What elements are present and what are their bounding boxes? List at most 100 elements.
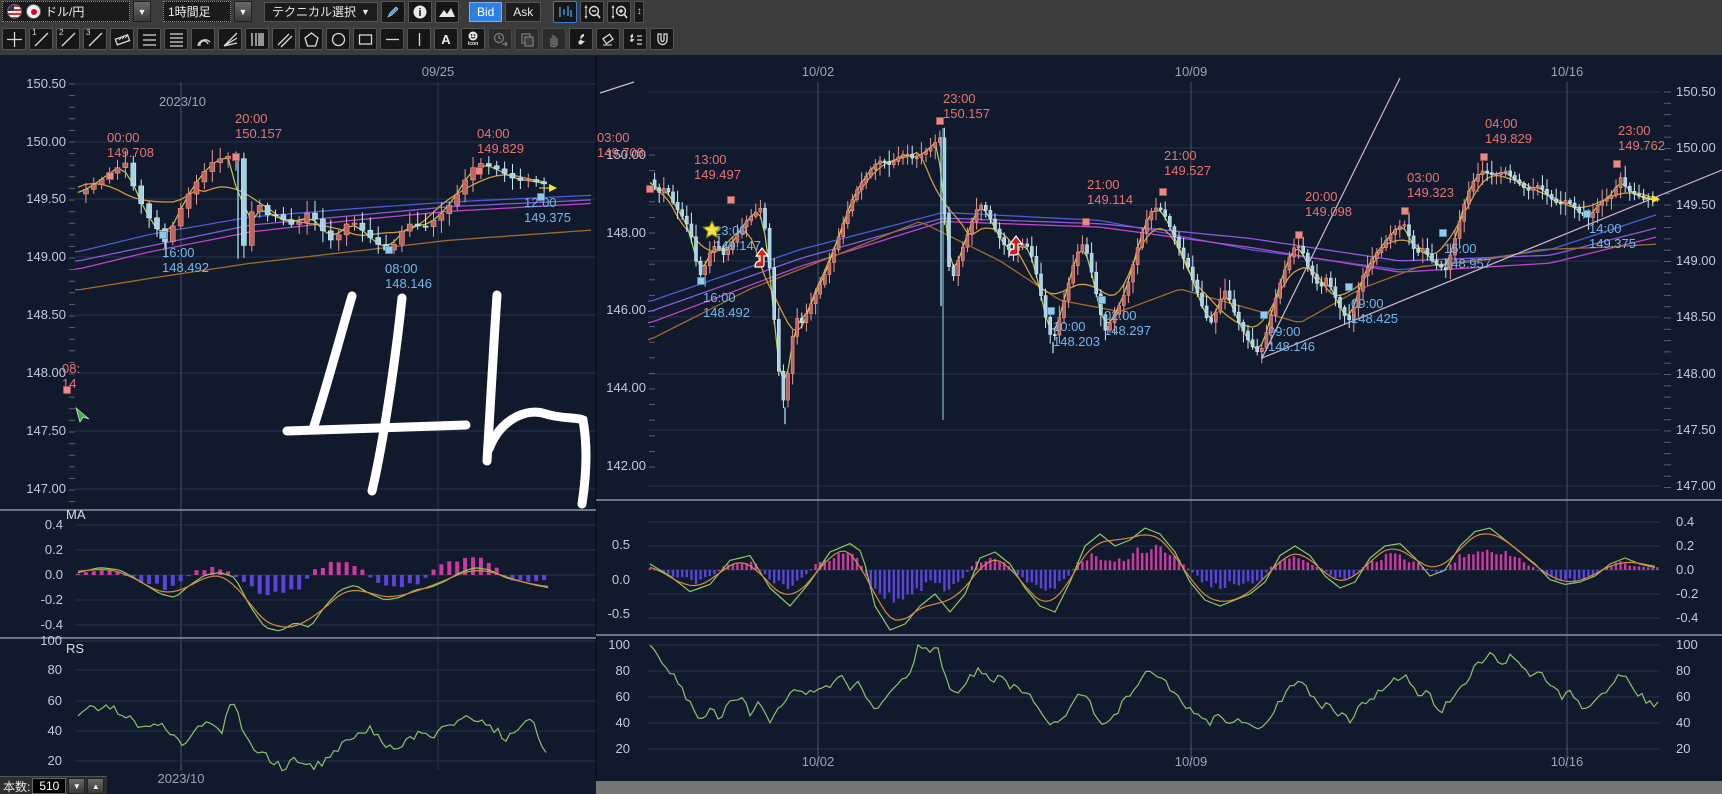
candle-body: [1619, 178, 1622, 188]
hand-tool-button[interactable]: [542, 28, 566, 50]
macd-histogram-bar: [916, 570, 918, 588]
magnet-tool-button[interactable]: [650, 28, 674, 50]
macd-histogram-bar: [1132, 553, 1134, 570]
candle-chart-icon: [557, 5, 573, 19]
candle-body: [1063, 300, 1066, 317]
macd-histogram-bar: [1113, 562, 1115, 570]
pencil-tool-button[interactable]: [381, 1, 405, 23]
candle-body: [1182, 248, 1185, 258]
copy-tool-button[interactable]: [515, 28, 539, 50]
fib-retracement-tool-button[interactable]: [164, 28, 188, 50]
macd-histogram-bar: [376, 575, 380, 583]
axis-label: 40: [616, 715, 630, 730]
ask-button[interactable]: Ask: [505, 2, 541, 22]
timeframe-dropdown-button[interactable]: ▼: [234, 1, 252, 22]
fib-arc-tool-button[interactable]: [191, 28, 215, 50]
fib-lines-tool-button[interactable]: [137, 28, 161, 50]
macd-histogram-bar: [1633, 566, 1635, 570]
icon-stamp-tool-button[interactable]: icon: [461, 28, 485, 50]
candle-body: [210, 163, 215, 172]
marker-time-label: 04:00: [1485, 116, 1518, 131]
polygon-tool-button[interactable]: [299, 28, 323, 50]
macd-histogram-bar: [1251, 570, 1253, 583]
macd-histogram-bar: [1210, 570, 1212, 587]
macd-histogram-bar: [1228, 570, 1230, 581]
macd-histogram-bar: [842, 554, 844, 570]
candle-body: [423, 226, 428, 227]
macd-histogram-bar: [76, 574, 80, 575]
macd-histogram-bar: [1408, 562, 1410, 570]
symbol-pair-select[interactable]: ドル/円: [2, 1, 130, 22]
rectangle-tool-button[interactable]: [353, 28, 377, 50]
candle-body: [1380, 248, 1383, 253]
symbol-dropdown-button[interactable]: ▼: [133, 1, 151, 22]
macd-histogram-bar: [1169, 555, 1171, 570]
macd-histogram-bar: [920, 570, 922, 591]
wrench-tool-button[interactable]: [569, 28, 593, 50]
macd-histogram-bar: [424, 575, 428, 578]
candle-body: [1408, 225, 1411, 236]
macd-histogram-bar: [1307, 562, 1309, 570]
eraser-tool-button[interactable]: [596, 28, 620, 50]
mountain-chart-button[interactable]: [435, 1, 459, 23]
axis-scale-button[interactable]: ↕: [634, 1, 644, 23]
marker-price-label: 148.492: [703, 305, 750, 320]
text-tool-button[interactable]: A: [434, 28, 458, 50]
magnet-icon: [654, 31, 671, 48]
trendline-2-tool-button[interactable]: 2: [56, 28, 80, 50]
channel-tool-button[interactable]: [272, 28, 296, 50]
macd-histogram-bar: [321, 568, 325, 575]
crosshair-tool-button[interactable]: [2, 28, 26, 50]
toolbar-row-2: 12 3 Aicon: [0, 27, 674, 51]
macd-histogram-bar: [155, 575, 159, 584]
chart-background: [0, 55, 1722, 794]
history-tool-button[interactable]: [488, 28, 512, 50]
zoom-out-button[interactable]: [580, 1, 604, 23]
vertical-line-tool-button[interactable]: [407, 28, 431, 50]
macd-histogram-bar: [718, 570, 720, 571]
candle-body: [241, 159, 246, 246]
horizontal-line-tool-button[interactable]: [380, 28, 404, 50]
fib-fan-tool-button[interactable]: [218, 28, 242, 50]
macd-histogram-bar: [883, 570, 885, 599]
candle-body: [911, 154, 914, 158]
candle-body: [658, 188, 661, 193]
candle-body: [777, 319, 780, 371]
marker-price-label: 150.157: [943, 106, 990, 121]
macd-histogram-bar: [1261, 570, 1263, 579]
settings-tool-button[interactable]: [623, 28, 647, 50]
trendline-1-tool-button[interactable]: 1: [29, 28, 53, 50]
candle-body: [1127, 282, 1130, 295]
technical-select-button[interactable]: テクニカル選択 ▼: [264, 2, 378, 22]
candle-body: [1081, 245, 1084, 252]
freehand-stroke[interactable]: [287, 425, 466, 431]
tool-number-label: 2: [59, 29, 63, 37]
macd-histogram-bar: [874, 570, 876, 589]
candle-body: [676, 202, 679, 209]
candle-body: [934, 142, 937, 147]
fx-chart-app: ドル/円 ▼ 1時間足 ▼ テクニカル選択 ▼ i Bid Ask ↕: [0, 0, 1722, 794]
macd-histogram-bar: [1118, 559, 1120, 570]
timeframe-select[interactable]: 1時間足: [163, 1, 231, 22]
zoom-in-button[interactable]: [607, 1, 631, 23]
macd-histogram-bar: [879, 570, 881, 593]
tool-number-label: 3: [86, 29, 90, 37]
macd-histogram-bar: [1196, 570, 1198, 576]
axis-label: 0.4: [1676, 514, 1694, 529]
trendline-3-tool-button[interactable]: 3: [83, 28, 107, 50]
candle-body: [819, 284, 822, 294]
ruler-tool-button[interactable]: [110, 28, 134, 50]
axis-label: 150.00: [26, 134, 66, 149]
axis-label: 0.0: [45, 567, 63, 582]
info-button[interactable]: i: [408, 1, 432, 23]
fib-timezone-tool-button[interactable]: [245, 28, 269, 50]
bar-count-decrease-button[interactable]: ▼: [68, 778, 85, 794]
candle-body: [1210, 318, 1213, 322]
macd-histogram-bar: [801, 570, 803, 578]
bid-button[interactable]: Bid: [469, 2, 502, 22]
ellipse-tool-button[interactable]: [326, 28, 350, 50]
bar-count-increase-button[interactable]: ▲: [87, 778, 104, 794]
marker-price-label: 149.323: [1407, 185, 1454, 200]
macd-histogram-bar: [542, 575, 546, 580]
candle-scale-button[interactable]: [553, 1, 577, 23]
